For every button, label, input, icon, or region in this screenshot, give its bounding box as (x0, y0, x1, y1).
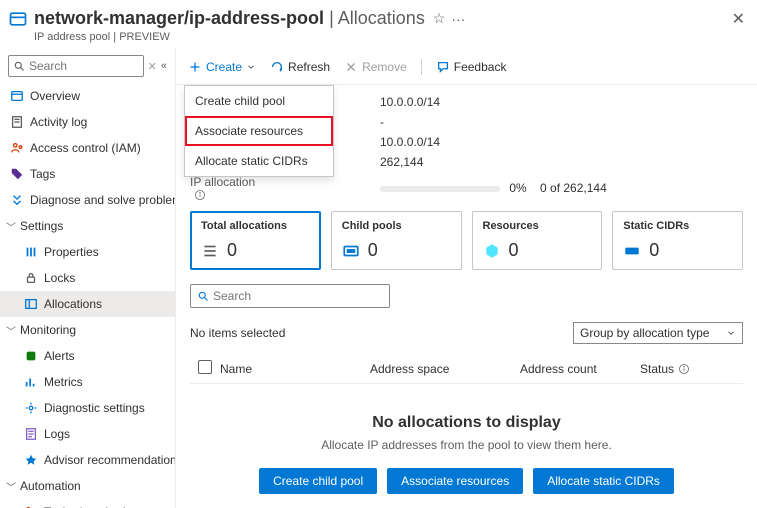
kv-val-1: 10.0.0.0/14 (380, 95, 440, 109)
sidebar-group-settings[interactable]: ﹀Settings (0, 213, 175, 239)
allocations-icon (24, 297, 38, 311)
col-status[interactable]: Status (640, 362, 720, 376)
kv-val-2: - (380, 115, 384, 129)
refresh-button[interactable]: Refresh (270, 60, 330, 74)
select-all-checkbox[interactable] (198, 360, 212, 374)
list-icon (201, 242, 219, 260)
sidebar-search-input[interactable] (29, 59, 139, 73)
sidebar-item-properties[interactable]: Properties (0, 239, 175, 265)
sidebar-item-metrics[interactable]: Metrics (0, 369, 175, 395)
column-headers: Name Address space Address count Status (190, 354, 743, 384)
activity-icon (10, 115, 24, 129)
col-address-count[interactable]: Address count (520, 362, 640, 376)
diagsettings-icon (24, 401, 38, 415)
pool-icon (342, 242, 360, 260)
allocation-bar (380, 186, 500, 192)
remove-button: Remove (344, 60, 407, 74)
cube-icon (483, 242, 501, 260)
metrics-icon (24, 375, 38, 389)
card-static-cidrs[interactable]: Static CIDRs 0 (612, 211, 743, 270)
more-icon[interactable]: ··· (451, 11, 465, 27)
kv-val-5: 0% 0 of 262,144 (380, 181, 607, 195)
pin-icon[interactable]: ✕ (148, 60, 157, 73)
favorite-icon[interactable]: ☆ (433, 10, 446, 27)
sidebar-item-logs[interactable]: Logs (0, 421, 175, 447)
sidebar-item-locks[interactable]: Locks (0, 265, 175, 291)
create-child-pool-item[interactable]: Create child pool (185, 86, 333, 116)
associate-resources-button[interactable]: Associate resources (387, 468, 523, 494)
page-subtitle: IP address pool | PREVIEW (0, 31, 757, 49)
sidebar-item-allocations[interactable]: Allocations (0, 291, 175, 317)
feedback-button[interactable]: Feedback (436, 60, 507, 74)
close-icon[interactable]: ✕ (732, 9, 745, 29)
chevron-down-icon (726, 328, 736, 338)
kv-val-4: 262,144 (380, 155, 423, 169)
overview-icon (10, 89, 24, 103)
toolbar: Create Refresh Remove Feedback (176, 49, 757, 85)
tags-icon (10, 167, 24, 181)
separator (421, 59, 422, 75)
create-dropdown: Create child pool Associate resources Al… (184, 85, 334, 177)
card-total-allocations[interactable]: Total allocations 0 (190, 211, 321, 270)
col-address-space[interactable]: Address space (370, 362, 520, 376)
sidebar-item-activity[interactable]: Activity log (0, 109, 175, 135)
empty-title: No allocations to display (190, 414, 743, 432)
col-name[interactable]: Name (220, 362, 370, 376)
page-title: network-manager/ip-address-pool | Alloca… (34, 8, 425, 29)
collapse-icon[interactable]: « (161, 60, 167, 72)
chevron-down-icon (246, 62, 256, 72)
sidebar-item-diagsettings[interactable]: Diagnostic settings (0, 395, 175, 421)
search-icon (13, 60, 25, 72)
lock-icon (24, 271, 38, 285)
sidebar-item-alerts[interactable]: Alerts (0, 343, 175, 369)
group-by-select[interactable]: Group by allocation type (573, 322, 743, 344)
cidr-icon (623, 242, 641, 260)
search-icon (197, 290, 209, 302)
empty-state: No allocations to display Allocate IP ad… (190, 384, 743, 504)
allocate-static-cidrs-button[interactable]: Allocate static CIDRs (533, 468, 674, 494)
kv-key-5: IP allocation (190, 175, 380, 201)
alerts-icon (24, 349, 38, 363)
no-items-label: No items selected (190, 326, 285, 340)
sidebar: ✕ « Overview Activity log Access control… (0, 49, 176, 508)
sidebar-item-diagnose[interactable]: Diagnose and solve problems (0, 187, 175, 213)
logs-icon (24, 427, 38, 441)
associate-resources-item[interactable]: Associate resources (185, 116, 333, 146)
card-child-pools[interactable]: Child pools 0 (331, 211, 462, 270)
card-resources[interactable]: Resources 0 (472, 211, 603, 270)
empty-subtitle: Allocate IP addresses from the pool to v… (190, 438, 743, 452)
create-child-pool-button[interactable]: Create child pool (259, 468, 377, 494)
sidebar-item-tags[interactable]: Tags (0, 161, 175, 187)
info-icon[interactable] (678, 363, 690, 375)
diagnose-icon (10, 193, 24, 207)
list-search-input[interactable] (213, 289, 383, 303)
kv-val-3: 10.0.0.0/14 (380, 135, 440, 149)
advisor-icon (24, 453, 38, 467)
iam-icon (10, 141, 24, 155)
sidebar-item-tasks[interactable]: Tasks (preview) (0, 499, 175, 508)
properties-icon (24, 245, 38, 259)
resource-icon (8, 9, 28, 29)
info-icon[interactable] (194, 189, 206, 201)
sidebar-item-iam[interactable]: Access control (IAM) (0, 135, 175, 161)
sidebar-item-advisor[interactable]: Advisor recommendations (0, 447, 175, 473)
allocate-static-cidrs-item[interactable]: Allocate static CIDRs (185, 146, 333, 176)
list-search[interactable] (190, 284, 390, 308)
create-button[interactable]: Create (188, 60, 256, 74)
sidebar-item-overview[interactable]: Overview (0, 83, 175, 109)
sidebar-search[interactable] (8, 55, 144, 77)
sidebar-group-monitoring[interactable]: ﹀Monitoring (0, 317, 175, 343)
sidebar-group-automation[interactable]: ﹀Automation (0, 473, 175, 499)
